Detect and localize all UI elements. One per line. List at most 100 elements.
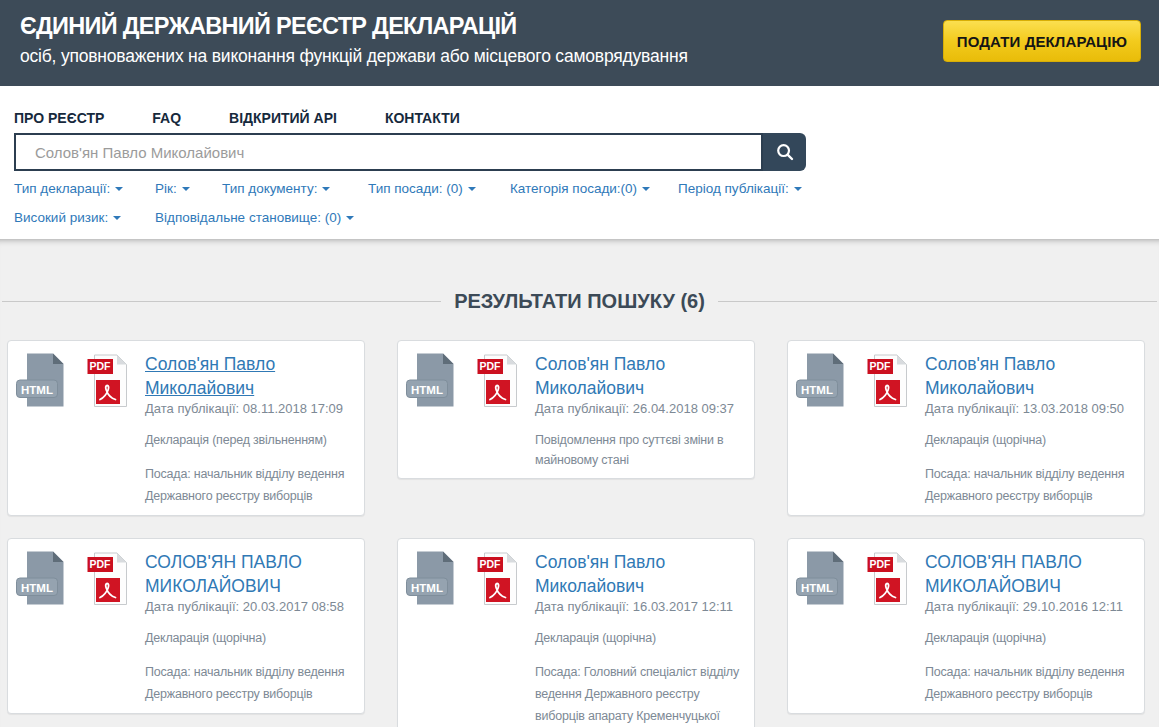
heading-line-left <box>2 301 441 302</box>
declarant-position: Посада: начальник відділу ведення Держав… <box>925 661 1133 705</box>
declaration-type: Декларація (щорічна) <box>925 430 1133 450</box>
card-file-icons: HTML PDF <box>23 550 145 606</box>
svg-text:PDF: PDF <box>90 360 112 372</box>
filter-position-type[interactable]: Тип посади: (0) <box>368 180 510 198</box>
card-file-icons: HTML PDF <box>413 550 535 606</box>
svg-text:HTML: HTML <box>801 582 833 594</box>
svg-text:PDF: PDF <box>90 558 112 570</box>
publication-date: Дата публікації: 08.11.2018 17:09 <box>145 400 353 418</box>
nav-open-api[interactable]: ВІДКРИТИЙ АРІ <box>229 110 337 126</box>
pdf-file-icon[interactable]: PDF <box>867 354 907 407</box>
html-file-icon[interactable]: HTML <box>406 551 454 605</box>
declaration-type: Декларація (щорічна) <box>925 628 1133 648</box>
publication-date: Дата публікації: 29.10.2016 12:11 <box>925 598 1133 616</box>
caret-down-icon <box>113 216 121 220</box>
page-title: ЄДИНИЙ ДЕРЖАВНИЙ РЕЄСТР ДЕКЛАРАЦІЙ <box>20 12 688 41</box>
caret-down-icon <box>794 187 802 191</box>
pdf-file-icon[interactable]: PDF <box>477 552 517 605</box>
card-body: СОЛОВ'ЯН ПАВЛО МИКОЛАЙОВИЧ Дата публікац… <box>145 550 353 705</box>
svg-text:PDF: PDF <box>480 360 502 372</box>
declarant-position: Посада: начальник відділу ведення Держав… <box>145 463 353 507</box>
caret-down-icon <box>468 187 476 191</box>
svg-text:HTML: HTML <box>21 384 53 396</box>
site-header: ЄДИНИЙ ДЕРЖАВНИЙ РЕЄСТР ДЕКЛАРАЦІЙ осіб,… <box>0 0 1159 86</box>
submit-declaration-button[interactable]: ПОДАТИ ДЕКЛАРАЦІЮ <box>943 20 1141 62</box>
svg-text:PDF: PDF <box>870 360 892 372</box>
result-card: HTML PDF Солов'ян Павло Миколайович Дата… <box>397 538 755 727</box>
pdf-file-icon[interactable]: PDF <box>87 354 127 407</box>
declarant-name-link[interactable]: Солов'ян Павло Миколайович <box>925 352 1100 400</box>
card-body: Солов'ян Павло Миколайович Дата публікац… <box>925 352 1133 507</box>
filter-declaration-type[interactable]: Тип декларації: <box>14 180 155 198</box>
toolbar: ПРО РЕЄСТР FAQ ВІДКРИТИЙ АРІ КОНТАКТИ Ти… <box>0 110 1159 227</box>
html-file-icon[interactable]: HTML <box>796 551 844 605</box>
results-grid: HTML PDF Солов'ян Павло Миколайович Дата… <box>7 340 1145 727</box>
svg-text:PDF: PDF <box>870 558 892 570</box>
results-heading: РЕЗУЛЬТАТИ ПОШУКУ (6) <box>0 290 1159 313</box>
pdf-file-icon[interactable]: PDF <box>867 552 907 605</box>
filter-document-type[interactable]: Тип документу: <box>222 180 368 198</box>
html-file-icon[interactable]: HTML <box>796 353 844 407</box>
caret-down-icon <box>115 187 123 191</box>
caret-down-icon <box>182 187 190 191</box>
results-section: РЕЗУЛЬТАТИ ПОШУКУ (6) HTML PDF Солов'ян … <box>0 239 1159 727</box>
nav-contacts[interactable]: КОНТАКТИ <box>385 110 460 126</box>
filter-position-category[interactable]: Категорія посади:(0) <box>510 180 678 198</box>
declaration-type: Декларація (щорічна) <box>145 628 353 648</box>
html-file-icon[interactable]: HTML <box>16 551 64 605</box>
svg-text:HTML: HTML <box>411 384 443 396</box>
svg-text:HTML: HTML <box>411 582 443 594</box>
card-file-icons: HTML PDF <box>803 550 925 606</box>
declarant-position: Посада: начальник відділу ведення Держав… <box>925 463 1133 507</box>
filters-row-2: Високий ризик: Відповідальне становище: … <box>14 209 1145 227</box>
svg-text:HTML: HTML <box>21 582 53 594</box>
nav-about-register[interactable]: ПРО РЕЄСТР <box>14 110 104 126</box>
result-card: HTML PDF Солов'ян Павло Миколайович Дата… <box>397 340 755 479</box>
publication-date: Дата публікації: 16.03.2017 12:11 <box>535 598 743 616</box>
pdf-file-icon[interactable]: PDF <box>87 552 127 605</box>
search-bar <box>14 133 1145 171</box>
card-body: СОЛОВ'ЯН ПАВЛО МИКОЛАЙОВИЧ Дата публікац… <box>925 550 1133 705</box>
html-file-icon[interactable]: HTML <box>406 353 454 407</box>
filters-row-1: Тип декларації: Рік: Тип документу: Тип … <box>14 180 1145 198</box>
publication-date: Дата публікації: 13.03.2018 09:50 <box>925 400 1133 418</box>
caret-down-icon <box>322 187 330 191</box>
filter-year[interactable]: Рік: <box>155 180 222 198</box>
declarant-name-link[interactable]: Солов'ян Павло Миколайович <box>145 352 320 400</box>
filter-responsible-position[interactable]: Відповідальне становище: (0) <box>155 209 354 227</box>
declarant-name-link[interactable]: Солов'ян Павло Миколайович <box>535 352 710 400</box>
header-titles: ЄДИНИЙ ДЕРЖАВНИЙ РЕЄСТР ДЕКЛАРАЦІЙ осіб,… <box>20 12 688 67</box>
publication-date: Дата публікації: 26.04.2018 09:37 <box>535 400 743 418</box>
declarant-name-link[interactable]: СОЛОВ'ЯН ПАВЛО МИКОЛАЙОВИЧ <box>145 550 320 598</box>
html-file-icon[interactable]: HTML <box>16 353 64 407</box>
search-icon <box>775 142 795 162</box>
pdf-file-icon[interactable]: PDF <box>477 354 517 407</box>
declarant-name-link[interactable]: Солов'ян Павло Миколайович <box>535 550 710 598</box>
filter-publication-period[interactable]: Період публікації: <box>678 180 802 198</box>
result-card: HTML PDF Солов'ян Павло Миколайович Дата… <box>787 340 1145 516</box>
caret-down-icon <box>642 187 650 191</box>
declaration-type: Декларація (перед звільненням) <box>145 430 353 450</box>
search-button[interactable] <box>763 133 806 171</box>
card-body: Солов'ян Павло Миколайович Дата публікац… <box>535 352 743 470</box>
declarant-name-link[interactable]: СОЛОВ'ЯН ПАВЛО МИКОЛАЙОВИЧ <box>925 550 1100 598</box>
card-file-icons: HTML PDF <box>23 352 145 408</box>
svg-text:PDF: PDF <box>480 558 502 570</box>
page-subtitle: осіб, уповноважених на виконання функцій… <box>20 45 688 67</box>
search-input[interactable] <box>14 133 763 171</box>
caret-down-icon <box>346 216 354 220</box>
result-card: HTML PDF СОЛОВ'ЯН ПАВЛО МИКОЛАЙОВИЧ Дата… <box>7 538 365 714</box>
nav-faq[interactable]: FAQ <box>152 110 181 126</box>
card-file-icons: HTML PDF <box>803 352 925 408</box>
results-title: РЕЗУЛЬТАТИ ПОШУКУ (6) <box>454 290 705 313</box>
heading-line-right <box>718 301 1157 302</box>
card-body: Солов'ян Павло Миколайович Дата публікац… <box>535 550 743 727</box>
filter-high-risk[interactable]: Високий ризик: <box>14 209 155 227</box>
result-card: HTML PDF Солов'ян Павло Миколайович Дата… <box>7 340 365 516</box>
publication-date: Дата публікації: 20.03.2017 08:58 <box>145 598 353 616</box>
declarant-position: Посада: начальник відділу ведення Держав… <box>145 661 353 705</box>
result-card: HTML PDF СОЛОВ'ЯН ПАВЛО МИКОЛАЙОВИЧ Дата… <box>787 538 1145 714</box>
card-file-icons: HTML PDF <box>413 352 535 408</box>
declaration-type: Повідомлення про суттєві зміни в майново… <box>535 430 743 470</box>
main-nav: ПРО РЕЄСТР FAQ ВІДКРИТИЙ АРІ КОНТАКТИ <box>14 110 1145 126</box>
